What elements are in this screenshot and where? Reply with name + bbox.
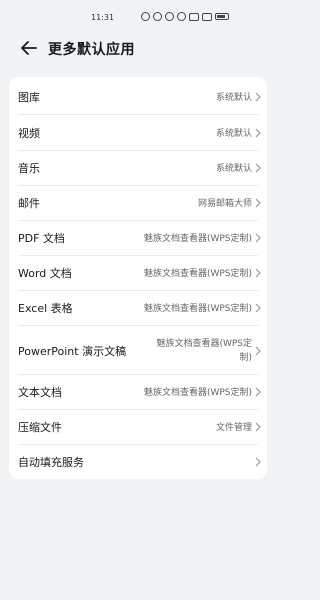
item-value: 系统默认 <box>215 129 252 139</box>
chevron-right-icon <box>255 387 261 396</box>
item-value: 网易邮箱大师 <box>197 199 252 209</box>
default-apps-list: 图库 系统默认 视频 系统默认 音乐 系统默认 邮件 网易邮箱大师 PDF 文档… <box>9 77 267 479</box>
battery-icon <box>215 13 229 20</box>
item-label: 邮件 <box>18 196 40 210</box>
list-item-archive[interactable]: 压缩文件 文件管理 <box>9 409 267 444</box>
chevron-right-icon <box>255 303 261 312</box>
list-item-word[interactable]: Word 文档 魅族文档查看器(WPS定制) <box>9 255 267 290</box>
chevron-right-icon <box>255 346 261 355</box>
item-value: 系统默认 <box>215 93 252 103</box>
item-label: 压缩文件 <box>18 420 62 434</box>
list-item-mail[interactable]: 邮件 网易邮箱大师 <box>9 185 267 220</box>
list-item-gallery[interactable]: 图库 系统默认 <box>9 79 267 114</box>
chevron-right-icon <box>255 233 261 242</box>
item-label: PDF 文档 <box>18 231 65 245</box>
list-item-autofill[interactable]: 自动填充服务 <box>9 444 267 479</box>
chevron-right-icon <box>255 163 261 172</box>
item-label: 视频 <box>18 126 40 140</box>
header: 更多默认应用 <box>0 36 276 60</box>
back-arrow-icon[interactable] <box>18 36 42 60</box>
item-value: 魅族文档查看器(WPS定制) <box>143 269 252 279</box>
item-label: 自动填充服务 <box>18 455 84 469</box>
page-title: 更多默认应用 <box>48 42 135 58</box>
item-value: 魅族文档查看器(WPS定制) <box>143 388 252 398</box>
item-label: 音乐 <box>18 161 40 175</box>
item-value: 魅族文档查看器(WPS定制) <box>143 234 252 244</box>
list-item-music[interactable]: 音乐 系统默认 <box>9 150 267 185</box>
signal-icon <box>202 12 212 21</box>
chevron-right-icon <box>255 422 261 431</box>
status-icons <box>141 12 229 21</box>
divider <box>18 325 258 326</box>
chevron-right-icon <box>255 92 261 101</box>
hd-icon <box>189 12 199 21</box>
item-label: 文本文档 <box>18 385 62 399</box>
chevron-right-icon <box>255 457 261 466</box>
list-item-pdf[interactable]: PDF 文档 魅族文档查看器(WPS定制) <box>9 220 267 255</box>
eye-icon <box>153 12 162 21</box>
list-item-powerpoint[interactable]: PowerPoint 演示文稿 魅族文档查看器(WPS定制) <box>9 329 267 372</box>
chevron-right-icon <box>255 198 261 207</box>
chevron-right-icon <box>255 128 261 137</box>
status-time: 11:31 <box>91 13 115 22</box>
list-item-video[interactable]: 视频 系统默认 <box>9 115 267 150</box>
item-label: 图库 <box>18 90 40 104</box>
item-value: 系统默认 <box>215 164 252 174</box>
status-bar: 11:31 <box>0 0 276 36</box>
item-label: Word 文档 <box>18 266 72 280</box>
chevron-right-icon <box>255 268 261 277</box>
location-icon <box>165 12 174 21</box>
item-label: PowerPoint 演示文稿 <box>18 344 127 358</box>
item-value: 魅族文档查看器(WPS定制) <box>143 304 252 314</box>
list-item-excel[interactable]: Excel 表格 魅族文档查看器(WPS定制) <box>9 290 267 325</box>
item-label: Excel 表格 <box>18 301 73 315</box>
item-value: 魅族文档查看器(WPS定制) <box>156 338 252 363</box>
alarm-icon <box>141 12 150 21</box>
list-item-text[interactable]: 文本文档 魅族文档查看器(WPS定制) <box>9 374 267 409</box>
item-value: 文件管理 <box>215 423 252 433</box>
wifi-icon <box>177 12 186 21</box>
